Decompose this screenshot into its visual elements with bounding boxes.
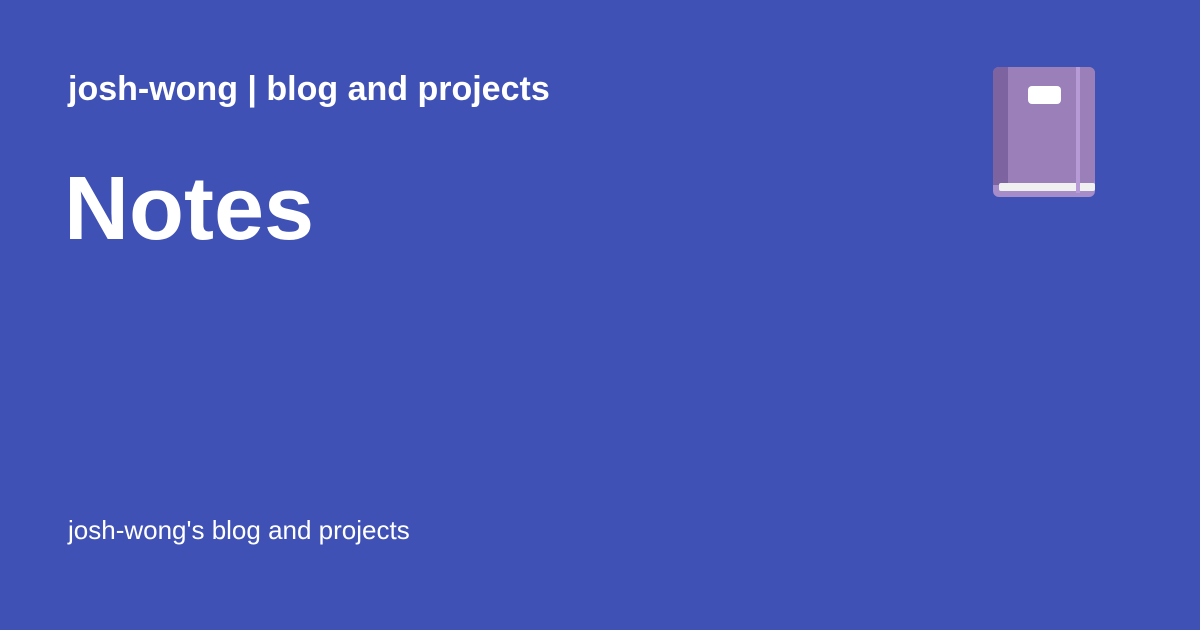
social-preview-card: josh-wong | blog and projects Notes josh…	[0, 0, 1200, 630]
page-title: Notes	[64, 155, 314, 263]
site-title: josh-wong | blog and projects	[68, 68, 550, 110]
notebook-icon	[988, 62, 1100, 202]
site-description: josh-wong's blog and projects	[68, 512, 410, 548]
